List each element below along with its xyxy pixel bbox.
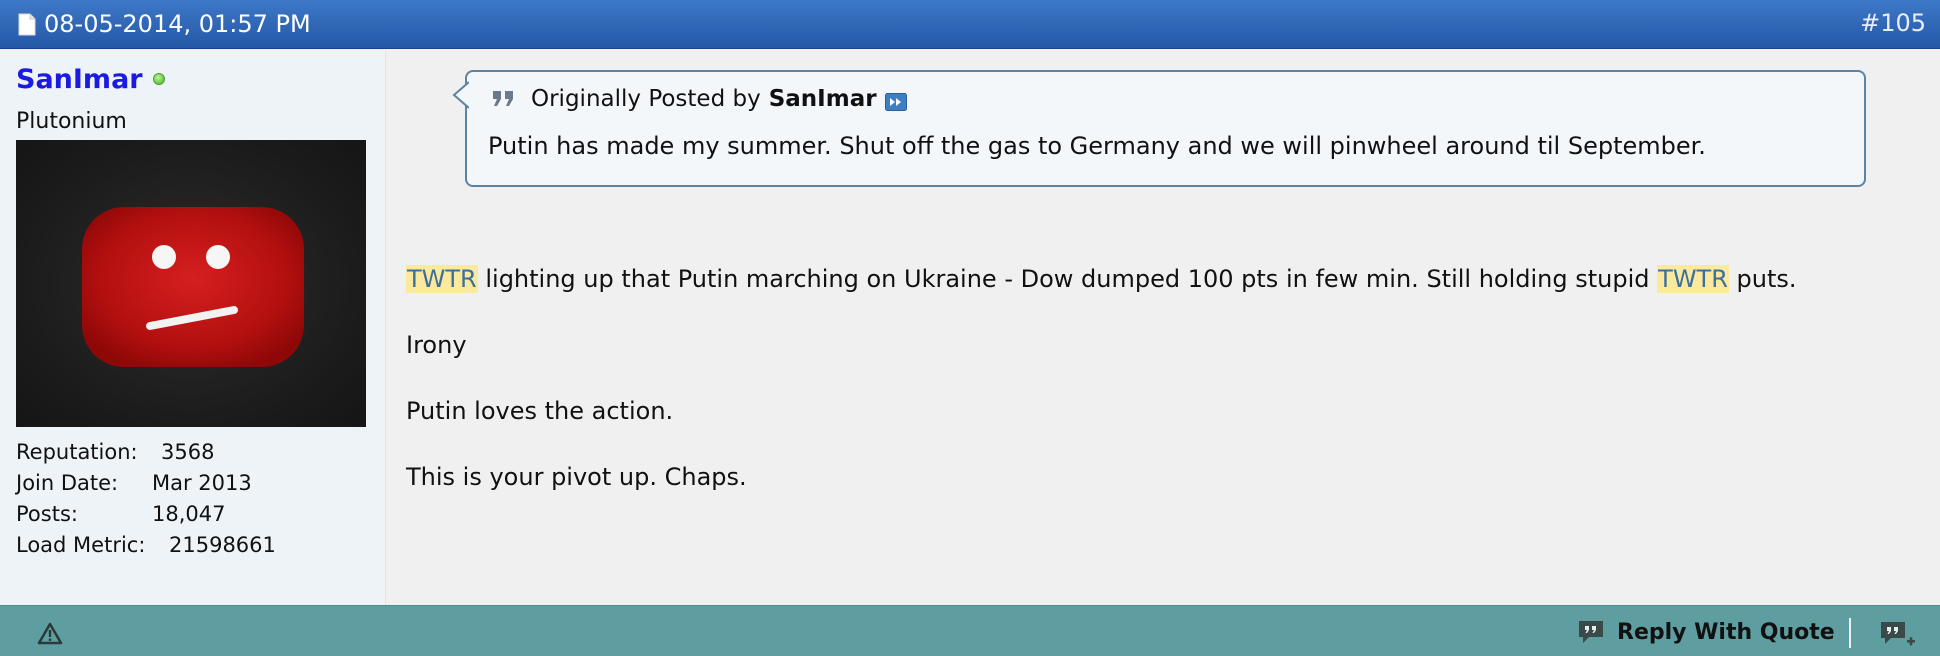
warning-icon[interactable] xyxy=(37,622,63,645)
post-number-link[interactable]: #105 xyxy=(1860,9,1926,37)
post-header: 08-05-2014, 01:57 PM #105 xyxy=(0,0,1940,49)
footer-divider xyxy=(1849,618,1851,648)
document-icon xyxy=(18,13,36,36)
quote-author: SanImar xyxy=(768,86,877,112)
quote-marks-icon xyxy=(491,89,517,109)
highlighted-term: TWTR xyxy=(1657,265,1729,293)
post-footer: Reply With Quote xyxy=(0,605,1940,656)
stat-value: 18,047 xyxy=(152,502,226,526)
user-info-panel: SanImar Plutonium Reputation: 3568 Join … xyxy=(0,50,386,605)
multi-quote-icon[interactable] xyxy=(1879,620,1917,650)
stat-label: Posts: xyxy=(16,502,78,526)
reply-icon xyxy=(1577,619,1605,645)
stat-value: Mar 2013 xyxy=(152,471,252,495)
avatar[interactable] xyxy=(16,140,366,427)
post-date: 08-05-2014, 01:57 PM xyxy=(44,10,311,38)
stat-value: 3568 xyxy=(161,440,215,464)
online-status-icon xyxy=(152,72,165,85)
message-line: Putin loves the action. xyxy=(406,397,674,425)
username-link[interactable]: SanImar xyxy=(16,64,143,95)
stat-label: Load Metric: xyxy=(16,533,146,557)
stat-label: Join Date: xyxy=(16,471,119,495)
message-text: lighting up that Putin marching on Ukrai… xyxy=(477,265,1658,293)
stat-label: Reputation: xyxy=(16,440,138,464)
post-date-area: 08-05-2014, 01:57 PM xyxy=(18,11,311,37)
user-title: Plutonium xyxy=(16,109,127,134)
message-text: puts. xyxy=(1728,265,1797,293)
stat-value: 21598661 xyxy=(169,533,276,557)
reply-with-quote-button[interactable]: Reply With Quote xyxy=(1577,616,1835,648)
message-line: This is your pivot up. Chaps. xyxy=(406,463,747,491)
highlighted-term: TWTR xyxy=(406,265,478,293)
reply-with-quote-label: Reply With Quote xyxy=(1617,619,1835,645)
quote-text: Putin has made my summer. Shut off the g… xyxy=(488,132,1706,160)
quote-box: Originally Posted by SanImar Putin has m… xyxy=(452,70,1866,187)
quote-prefix: Originally Posted by xyxy=(531,86,761,112)
view-post-icon[interactable] xyxy=(884,93,907,111)
message-line: Irony xyxy=(406,331,467,359)
quote-header: Originally Posted by SanImar xyxy=(491,86,907,112)
username-row: SanImar xyxy=(16,64,165,95)
message-line: TWTR lighting up that Putin marching on … xyxy=(406,262,1797,296)
